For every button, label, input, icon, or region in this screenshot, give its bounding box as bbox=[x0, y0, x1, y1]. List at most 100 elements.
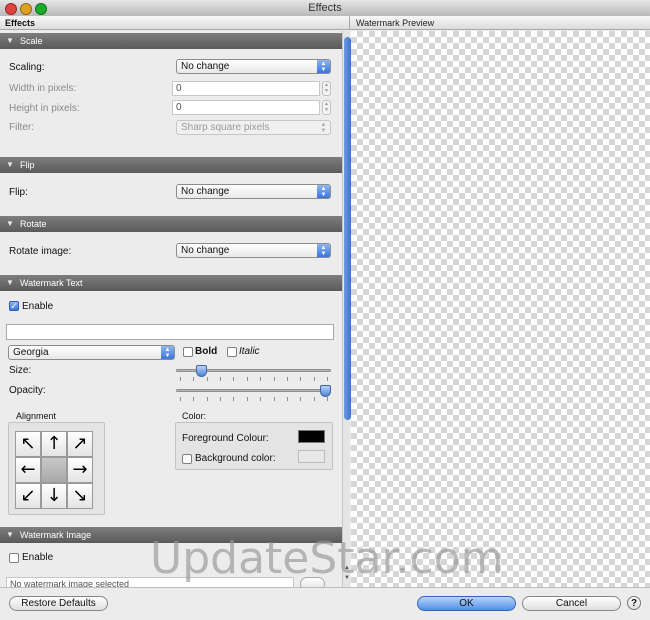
watermark-text-input[interactable] bbox=[6, 324, 334, 340]
slider-tick bbox=[193, 377, 195, 381]
popup-arrows-icon: ▲ ▼ bbox=[317, 185, 330, 198]
foreground-colour-label: Foreground Colour: bbox=[182, 433, 269, 444]
align-top-right-arrow-icon[interactable]: ↗ bbox=[67, 431, 93, 457]
width-stepper[interactable]: ▲ ▼ bbox=[322, 81, 331, 96]
width-field[interactable]: 0 bbox=[172, 81, 320, 96]
opacity-slider-knob[interactable] bbox=[320, 385, 331, 397]
scale-section-header[interactable]: ▼ Scale bbox=[0, 33, 342, 49]
filter-popup[interactable]: Sharp square pixels ▲ ▼ bbox=[176, 120, 331, 135]
height-field[interactable]: 0 bbox=[172, 100, 320, 115]
watermark-text-section-header[interactable]: ▼ Watermark Text bbox=[0, 275, 342, 291]
cancel-button[interactable]: Cancel bbox=[522, 596, 621, 611]
font-popup[interactable]: Georgia ▲ ▼ bbox=[8, 345, 175, 360]
flip-section-title: Flip bbox=[20, 160, 35, 170]
bold-checkbox[interactable] bbox=[183, 347, 193, 357]
window-title: Effects bbox=[308, 2, 342, 14]
rotate-popup[interactable]: No change ▲ ▼ bbox=[176, 243, 331, 258]
scale-section-title: Scale bbox=[20, 36, 43, 46]
size-slider-ticks bbox=[180, 377, 328, 381]
slider-tick bbox=[246, 397, 248, 401]
slider-tick bbox=[206, 377, 208, 381]
slider-tick bbox=[260, 377, 262, 381]
slider-tick bbox=[273, 397, 275, 401]
scaling-popup-value: No change bbox=[181, 61, 230, 72]
disclosure-triangle-icon: ▼ bbox=[6, 278, 14, 287]
flip-label: Flip: bbox=[9, 187, 28, 198]
popup-arrows-icon: ▲ ▼ bbox=[317, 60, 330, 73]
align-top-arrow-icon[interactable]: ↑ bbox=[41, 431, 67, 457]
background-color-checkbox[interactable] bbox=[182, 454, 192, 464]
watermark-text-enable-checkbox[interactable]: ✓ bbox=[9, 301, 19, 311]
popup-arrows-icon: ▲ ▼ bbox=[161, 346, 174, 359]
align-bottom-left-arrow-icon[interactable]: ↙ bbox=[15, 483, 41, 509]
opacity-slider-ticks bbox=[180, 397, 328, 401]
preview-column-header: Watermark Preview bbox=[350, 16, 650, 30]
effects-panel: ▼ Scale Scaling: No change ▲ ▼ Width in p… bbox=[0, 31, 342, 587]
height-stepper[interactable]: ▲ ▼ bbox=[322, 100, 331, 115]
watermark-image-enable-checkbox[interactable] bbox=[9, 553, 19, 563]
rotate-section-header[interactable]: ▼ Rotate bbox=[0, 216, 342, 232]
slider-tick bbox=[180, 377, 181, 381]
font-popup-value: Georgia bbox=[13, 347, 49, 358]
disclosure-triangle-icon: ▼ bbox=[6, 530, 14, 539]
slider-tick bbox=[220, 377, 222, 381]
align-right-arrow-icon[interactable]: → bbox=[67, 457, 93, 483]
watermark-image-enable-label: Enable bbox=[22, 552, 54, 563]
align-bottom-arrow-icon[interactable]: ↓ bbox=[41, 483, 67, 509]
alignment-label: Alignment bbox=[16, 411, 57, 421]
italic-label: Italic bbox=[239, 346, 260, 357]
width-label: Width in pixels: bbox=[9, 83, 77, 94]
slider-tick bbox=[286, 397, 288, 401]
slider-tick bbox=[313, 397, 315, 401]
align-left-arrow-icon[interactable]: ← bbox=[15, 457, 41, 483]
watermark-text-enable-label: Enable bbox=[22, 301, 54, 312]
watermark-text-section-title: Watermark Text bbox=[20, 278, 83, 288]
popup-arrows-icon: ▲ ▼ bbox=[320, 122, 327, 134]
popup-arrows-icon: ▲ ▼ bbox=[317, 244, 330, 257]
opacity-slider-track[interactable] bbox=[176, 389, 331, 392]
flip-popup[interactable]: No change ▲ ▼ bbox=[176, 184, 331, 199]
flip-popup-value: No change bbox=[181, 186, 230, 197]
disclosure-triangle-icon: ▼ bbox=[6, 160, 14, 169]
slider-tick bbox=[233, 397, 235, 401]
foreground-colour-well[interactable] bbox=[298, 430, 325, 443]
scaling-label: Scaling: bbox=[9, 62, 45, 73]
disclosure-triangle-icon: ▼ bbox=[6, 36, 14, 45]
slider-tick bbox=[246, 377, 248, 381]
effects-scrollbar[interactable]: ▲ ▼ bbox=[342, 31, 351, 587]
opacity-label: Opacity: bbox=[9, 385, 46, 396]
watermark-image-section-title: Watermark Image bbox=[20, 530, 92, 540]
disclosure-triangle-icon: ▼ bbox=[6, 219, 14, 228]
effects-column-header: Effects bbox=[0, 16, 350, 30]
scrollbar-thumb[interactable] bbox=[344, 37, 351, 420]
help-button[interactable]: ? bbox=[627, 596, 641, 610]
align-top-left-arrow-icon[interactable]: ↖ bbox=[15, 431, 41, 457]
flip-section-header[interactable]: ▼ Flip bbox=[0, 157, 342, 173]
ok-button[interactable]: OK bbox=[417, 596, 516, 611]
rotate-popup-value: No change bbox=[181, 245, 230, 256]
slider-tick bbox=[300, 397, 302, 401]
slider-tick bbox=[273, 377, 275, 381]
bold-label: Bold bbox=[195, 346, 218, 357]
align-center-button[interactable] bbox=[41, 457, 67, 483]
size-slider-knob[interactable] bbox=[196, 365, 208, 377]
background-color-well[interactable] bbox=[298, 450, 325, 463]
filter-label: Filter: bbox=[9, 122, 34, 133]
size-label: Size: bbox=[9, 365, 32, 376]
color-group-label: Color: bbox=[182, 411, 207, 421]
slider-tick bbox=[233, 377, 235, 381]
slider-tick bbox=[300, 377, 302, 381]
watermark-preview-area bbox=[351, 31, 650, 587]
slider-tick bbox=[327, 377, 328, 381]
scaling-popup[interactable]: No change ▲ ▼ bbox=[176, 59, 331, 74]
align-bottom-right-arrow-icon[interactable]: ↘ bbox=[67, 483, 93, 509]
title-bar: Effects bbox=[0, 0, 650, 17]
site-watermark-text: UpdateStar.com bbox=[150, 533, 504, 584]
filter-popup-value: Sharp square pixels bbox=[181, 122, 270, 133]
rotate-label: Rotate image: bbox=[9, 246, 72, 257]
slider-tick bbox=[313, 377, 315, 381]
italic-checkbox[interactable] bbox=[227, 347, 237, 357]
restore-defaults-button[interactable]: Restore Defaults bbox=[9, 596, 108, 611]
slider-tick bbox=[260, 397, 262, 401]
slider-tick bbox=[327, 397, 328, 401]
